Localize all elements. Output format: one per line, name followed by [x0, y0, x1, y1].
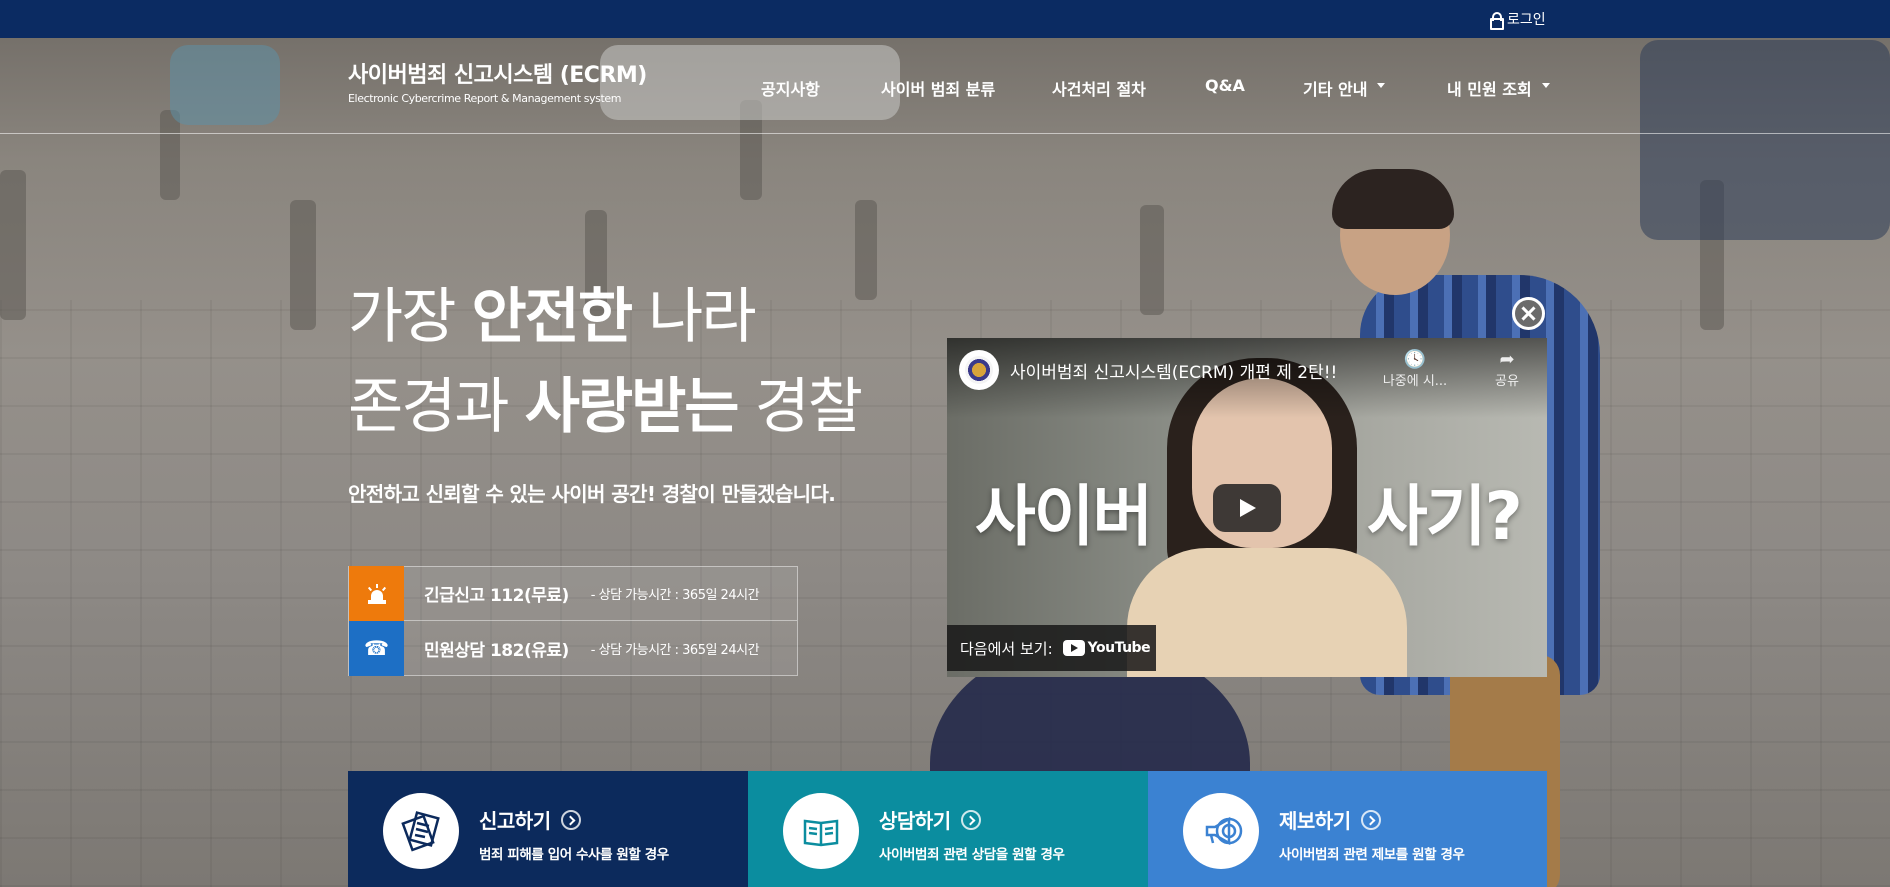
nav-label: 공지사항	[761, 80, 820, 99]
login-link[interactable]: 로그인	[1490, 9, 1546, 30]
nav-item-notices[interactable]: 공지사항	[761, 76, 820, 100]
arrow-right-circle-icon	[960, 809, 981, 830]
nav-item-cybercrime-types[interactable]: 사이버 범죄 분류	[881, 76, 995, 100]
video-title[interactable]: 사이버범죄 신고시스템(ECRM) 개편 제 2탄!!	[1010, 358, 1337, 383]
header-divider	[0, 133, 1890, 134]
logo-title: 사이버범죄 신고시스템 (ECRM)	[348, 63, 647, 88]
report-service-panel[interactable]: 신고하기 범죄 피해를 입어 수사를 원할 경우	[348, 771, 748, 887]
youtube-logo-icon: YouTube	[1062, 640, 1151, 656]
site-logo[interactable]: 사이버범죄 신고시스템 (ECRM) Electronic Cybercrime…	[348, 57, 647, 105]
counsel-service-panel[interactable]: 상담하기 사이버범죄 관련 상담을 원할 경우	[748, 771, 1148, 887]
hero-text: 경찰	[737, 372, 863, 442]
tip-megaphone-icon	[1183, 793, 1259, 869]
service-description: 사이버범죄 관련 제보를 원할 경우	[1279, 847, 1465, 863]
hero-text: 존경과	[348, 372, 525, 442]
caret-down-icon	[1541, 82, 1550, 88]
service-description: 범죄 피해를 입어 수사를 원할 경우	[479, 847, 669, 863]
watch-later-button[interactable]: 🕓 나중에 시...	[1375, 349, 1455, 390]
hero-text: 가장	[348, 282, 472, 352]
nav-item-case-process[interactable]: 사건처리 절차	[1052, 76, 1146, 100]
caret-down-icon	[1377, 82, 1386, 88]
nav-label: 기타 안내	[1303, 80, 1368, 99]
service-description: 사이버범죄 관련 상담을 원할 경우	[879, 847, 1065, 863]
nav-item-my-complaints[interactable]: 내 민원 조회	[1447, 76, 1550, 100]
hero-text-bold: 안전한	[471, 282, 633, 352]
watch-on-youtube-link[interactable]: 다음에서 보기: YouTube	[947, 625, 1156, 671]
service-title: 신고하기	[479, 809, 551, 833]
watch-later-label: 나중에 시...	[1382, 374, 1448, 389]
counsel-contact-row: ☎ 민원상담 182(유료) - 상담 가능시간 : 365일 24시간	[348, 620, 798, 676]
lock-icon	[1490, 12, 1504, 30]
report-document-icon	[383, 793, 459, 869]
play-button[interactable]	[1213, 484, 1281, 532]
nav-item-other-info[interactable]: 기타 안내	[1303, 76, 1386, 100]
service-title: 제보하기	[1279, 809, 1351, 833]
youtube-video-embed[interactable]: 사이버 사기? 사이버범죄 신고시스템(ECRM) 개편 제 2탄!! 🕓 나중…	[947, 338, 1547, 677]
nav-label: Q&A	[1205, 76, 1245, 95]
watch-on-label: 다음에서 보기:	[960, 639, 1053, 658]
tip-service-panel[interactable]: 제보하기 사이버범죄 관련 제보를 원할 경우	[1148, 771, 1547, 887]
share-arrow-icon: ➦	[1499, 349, 1515, 370]
video-overlay-text-left: 사이버	[975, 478, 1153, 555]
share-button[interactable]: ➦ 공유	[1482, 349, 1532, 390]
top-utility-bar: 로그인	[0, 0, 1890, 38]
arrow-right-circle-icon	[560, 809, 581, 830]
clock-icon: 🕓	[1403, 349, 1427, 370]
youtube-wordmark: YouTube	[1087, 640, 1151, 656]
hero-text: 나라	[631, 282, 756, 352]
arrow-right-circle-icon	[1360, 809, 1381, 830]
hero-tagline: 안전하고 신뢰할 수 있는 사이버 공간! 경찰이 만들겠습니다.	[348, 482, 836, 506]
phone-icon: ☎	[349, 620, 404, 676]
nav-label: 내 민원 조회	[1447, 80, 1532, 99]
hero-headline-line1: 가장 안전한 나라	[348, 268, 757, 355]
emergency-contact-row: 긴급신고 112(무료) - 상담 가능시간 : 365일 24시간	[348, 566, 798, 621]
hero-text-bold: 사랑받는	[524, 372, 740, 442]
contact-hours: - 상담 가능시간 : 365일 24시간	[590, 588, 760, 603]
share-label: 공유	[1495, 374, 1519, 389]
counsel-book-icon	[783, 793, 859, 869]
contact-title: 긴급신고 112(무료)	[424, 586, 569, 606]
contact-title: 민원상담 182(유료)	[424, 640, 569, 661]
service-title: 상담하기	[879, 809, 951, 833]
login-label: 로그인	[1507, 12, 1546, 28]
nav-label: 사이버 범죄 분류	[881, 80, 996, 99]
close-video-button[interactable]	[1512, 297, 1545, 330]
channel-emblem-icon[interactable]	[959, 350, 999, 390]
nav-item-qna[interactable]: Q&A	[1205, 76, 1245, 95]
video-overlay-text-right: 사기?	[1367, 478, 1523, 555]
logo-subtitle: Electronic Cybercrime Report & Managemen…	[348, 92, 622, 105]
contact-hours: - 상담 가능시간 : 365일 24시간	[590, 642, 760, 658]
siren-icon	[349, 566, 404, 621]
hero-headline-line2: 존경과 사랑받는 경찰	[348, 358, 863, 445]
nav-label: 사건처리 절차	[1052, 80, 1146, 99]
